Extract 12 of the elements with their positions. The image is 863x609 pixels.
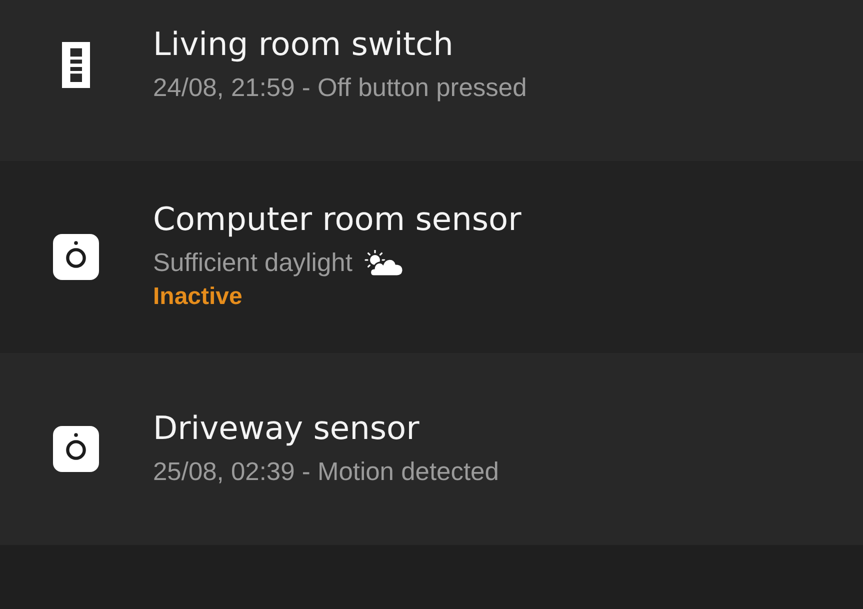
device-detail: Sufficient daylight [153,248,352,279]
sensor-icon [53,426,99,472]
device-name: Driveway sensor [153,409,420,447]
device-row[interactable]: Living room switch 24/08, 21:59 - Off button pressed [0,0,863,161]
device-status: Inactive [153,282,242,312]
switch-icon [62,42,90,88]
device-detail: 25/08, 02:39 - Motion detected [153,457,499,488]
device-detail: 24/08, 21:59 - Off button pressed [153,73,527,104]
sensor-icon [53,234,99,280]
device-name: Computer room sensor [153,200,522,238]
device-row[interactable]: Driveway sensor 25/08, 02:39 - Motion detected [0,353,863,545]
device-name: Living room switch [153,25,454,63]
